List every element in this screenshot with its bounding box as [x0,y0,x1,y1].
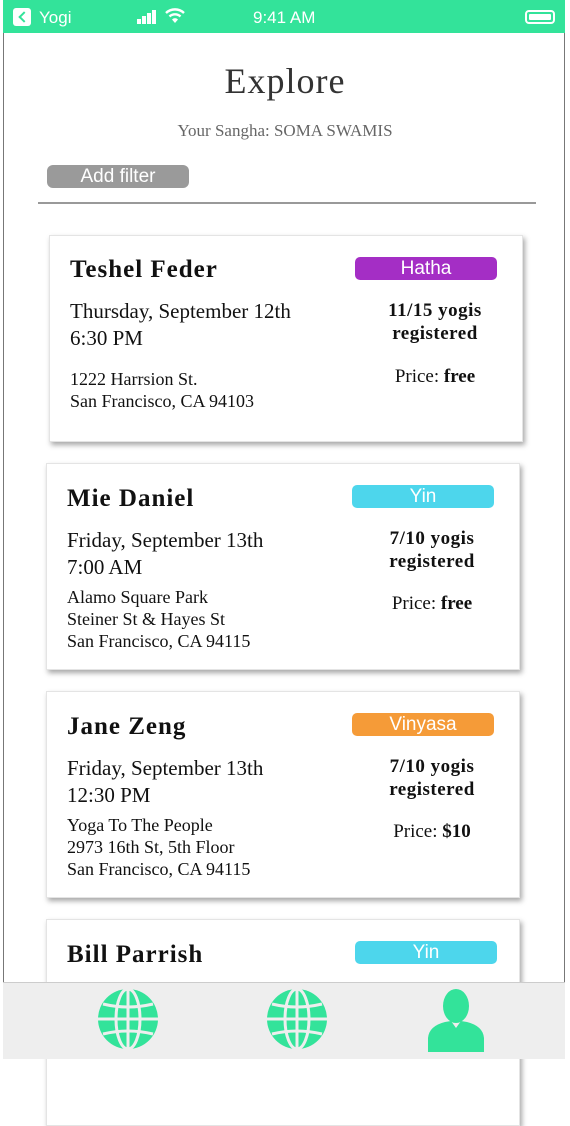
page-title: Explore [224,61,346,101]
teacher-name: Mie Daniel [67,485,195,512]
event-address: Alamo Square Park Steiner St & Hayes St Sa… [67,587,251,651]
person-icon[interactable] [423,986,489,1052]
event-address: Yoga To The People 2973 16th St, 5th Floo… [67,815,251,879]
globe-icon[interactable] [95,986,161,1052]
teacher-name: Jane Zeng [67,713,187,740]
style-badge: Yin [352,485,494,508]
battery-icon [525,10,555,24]
event-date: Friday, September 13th 12:30 PM [67,756,264,807]
price-label: Price: free [394,366,476,387]
divider [38,202,536,204]
event-address: 1222 Harrsion St. San Francisco, CA 94103 [70,369,254,411]
wifi-icon [165,8,185,23]
teacher-name: Teshel Feder [70,256,218,283]
style-badge: Vinyasa [352,713,494,736]
price-label: Price: $10 [393,821,471,842]
price-label: Price: free [391,593,473,614]
sangha-label: Your Sangha: SOMA SWAMIS [177,121,393,140]
event-date: Friday, September 13th 7:00 AM [67,528,264,579]
style-badge: Yin [355,941,497,964]
style-badge: Hatha [355,257,497,280]
event-card[interactable]: Mie Daniel Friday, September 13th 7:00 AM… [46,463,520,670]
carrier-label: Yogi [39,8,72,27]
tab-bar [3,982,565,1059]
event-date: Thursday, September 12th 6:30 PM [70,299,291,350]
event-card[interactable]: Teshel Feder Thursday, September 12th 6:3… [49,235,523,442]
clock: 9:41 AM [253,8,316,27]
event-card[interactable]: Jane Zeng Friday, September 13th 12:30 PM… [46,691,520,898]
back-icon[interactable] [13,8,31,26]
globe-icon[interactable] [264,986,330,1052]
signal-icon [137,10,159,24]
registration-count: 7/10 yogis registered [389,528,475,572]
add-filter-button[interactable]: Add filter [47,165,189,188]
teacher-name: Bill Parrish [67,941,204,968]
registration-count: 11/15 yogis registered [388,300,482,344]
registration-count: 7/10 yogis registered [389,756,475,800]
status-bar: Yogi 9:41 AM [3,0,565,33]
